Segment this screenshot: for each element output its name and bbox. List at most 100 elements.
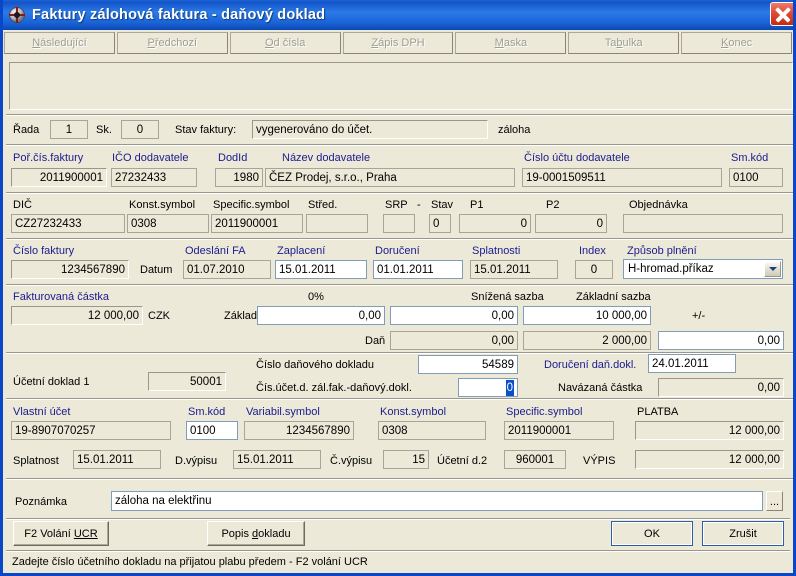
cislo-uctu-dodavatele-field[interactable]: 19-0001509511 (522, 168, 722, 187)
srp-field[interactable] (383, 214, 415, 233)
odeslani-fa-field[interactable]: 01.07.2010 (183, 260, 271, 279)
popis-dokladu-button[interactable]: Popis dokladu (207, 521, 305, 546)
cislo-faktury-field: 1234567890 (11, 260, 129, 279)
ucetni-d2-label: Účetní d.2 (437, 455, 488, 467)
d-vypisu-field[interactable]: 15.01.2011 (233, 450, 321, 469)
cis-ucet-zal-field[interactable]: 0 (458, 378, 518, 397)
sm-kod-vlastni-field[interactable]: 0100 (186, 421, 238, 440)
variabil-symbol-label: Variabil.symbol (246, 406, 320, 418)
splatnosti-field[interactable]: 15.01.2011 (470, 260, 558, 279)
toolbar-button-nasledujici[interactable]: Následující (4, 32, 115, 54)
srp-dash-label: - (417, 199, 421, 211)
objednavka-label: Objednávka (629, 199, 688, 211)
konst-symbol-payment-field[interactable]: 0308 (378, 421, 486, 440)
dodid-label: DodId (218, 152, 248, 164)
d-vypisu-label: D.výpisu (175, 455, 218, 467)
rada-field[interactable]: 1 (50, 120, 88, 139)
vypis-label: VÝPIS (583, 455, 616, 467)
popis-label-pre: Popis (221, 527, 253, 540)
plusminus-field[interactable]: 0,00 (658, 331, 784, 350)
separator-9 (6, 518, 790, 520)
zaplaceni-field[interactable]: 15.01.2011 (275, 260, 367, 279)
dan-snizena-field[interactable]: 0,00 (390, 331, 518, 350)
toolbar-button-od-cisla[interactable]: Od čísla (229, 32, 341, 54)
doruceni-dan-dokl-field[interactable]: 24.01.2011 (648, 354, 736, 373)
zaklad-zakladni-field[interactable]: 10 000,00 (523, 306, 651, 325)
toolbar-button-predchozi[interactable]: Předchozí (116, 32, 228, 54)
dic-field[interactable]: CZ27232433 (11, 214, 125, 233)
popis-label-post: okladu (258, 527, 291, 540)
separator-1 (6, 114, 793, 116)
p2-field[interactable]: 0 (535, 214, 607, 233)
p1-label: P1 (470, 199, 484, 211)
konst-symbol-field[interactable]: 0308 (127, 214, 209, 233)
specific-symbol-label: Specific.symbol (213, 199, 290, 211)
p1-field[interactable]: 0 (459, 214, 531, 233)
navazana-castka-field: 0,00 (658, 378, 784, 397)
titlebar: Faktury zálohová faktura - daňový doklad (3, 0, 793, 30)
konst-symbol-payment-label: Konst.symbol (380, 406, 447, 418)
cislo-uctu-dodavatele-label: Číslo účtu dodavatele (524, 152, 630, 164)
poznamka-field[interactable]: záloha na elektřinu (111, 491, 763, 511)
nazev-dodavatele-label: Název dodavatele (282, 152, 371, 164)
splatnosti-label: Splatnosti (472, 245, 521, 257)
chevron-down-icon[interactable] (764, 261, 781, 277)
ucetni-d2-field[interactable]: 960001 (504, 450, 566, 469)
stav-label: Stav (431, 199, 454, 211)
stav-field[interactable]: 0 (429, 214, 451, 233)
p2-label: P2 (546, 199, 560, 211)
splatnost-label: Splatnost (13, 455, 59, 467)
sk-label: Sk. (96, 124, 112, 136)
specific-symbol-payment-label: Specific.symbol (506, 406, 583, 418)
splatnost-field[interactable]: 15.01.2011 (73, 450, 161, 469)
konst-symbol-label: Konst.symbol (129, 199, 196, 211)
sk-field[interactable]: 0 (121, 120, 159, 139)
cancel-button[interactable]: Zrušit (702, 521, 784, 546)
separator-3 (6, 192, 793, 194)
separator-10 (6, 550, 790, 552)
poznamka-browse-button[interactable]: ... (766, 491, 783, 511)
rada-label: Řada (13, 124, 40, 136)
currency-label: CZK (148, 310, 170, 322)
dan-label: Daň (365, 335, 386, 347)
variabil-symbol-field[interactable]: 1234567890 (244, 421, 354, 440)
stred-field[interactable] (306, 214, 368, 233)
separator-4 (6, 238, 793, 240)
toolbar-button-zapis-dph[interactable]: Zápis DPH (342, 32, 454, 54)
dic-label: DIČ (13, 199, 32, 211)
dan-zakladni-field[interactable]: 2 000,00 (523, 331, 651, 350)
dodid-field[interactable]: 1980 (215, 168, 263, 187)
f2-volani-ucr-button[interactable]: F2 Volání UCR (13, 521, 109, 546)
close-icon[interactable] (770, 2, 793, 26)
toolbar-button-konec[interactable]: Konec (681, 32, 793, 54)
zaklad-rate0-field[interactable]: 0,00 (257, 306, 385, 325)
fakturovana-castka-label: Fakturovaná částka (13, 291, 109, 303)
zakladni-sazba-label: Základní sazba (576, 291, 651, 303)
index-field[interactable]: 0 (575, 260, 613, 279)
nazev-dodavatele-field[interactable]: ČEZ Prodej, s.r.o., Praha (265, 168, 515, 187)
rate0-label: 0% (308, 291, 324, 303)
vlastni-ucet-field[interactable]: 19-8907070257 (11, 421, 171, 440)
toolbar-button-maska[interactable]: Maska (455, 32, 567, 54)
c-vypisu-field[interactable]: 15 (383, 450, 429, 469)
doruceni-field[interactable]: 01.01.2011 (373, 260, 463, 279)
ico-dodavatele-field[interactable]: 27232433 (111, 168, 197, 187)
toolbar-button-tabulka[interactable]: Tabulka (568, 32, 680, 54)
invoice-dialog-window: Faktury zálohová faktura - daňový doklad… (0, 0, 796, 576)
f2-label-accel: UCR (73, 527, 98, 540)
sm-kod-vlastni-label: Sm.kód (188, 406, 226, 418)
zpusob-plneni-combo[interactable]: H-hromad.příkaz (623, 259, 783, 279)
specific-symbol-field[interactable]: 2011900001 (211, 214, 303, 233)
objednavka-field[interactable] (623, 214, 783, 233)
stred-label: Střed. (308, 199, 338, 211)
separator-2 (6, 144, 793, 146)
app-wheel-icon (8, 6, 26, 24)
cislo-dan-dokladu-field[interactable]: 54589 (418, 355, 518, 374)
sm-kod-dodavatele-field[interactable]: 0100 (729, 168, 783, 187)
index-label: Index (579, 245, 606, 257)
ok-button[interactable]: OK (611, 521, 693, 546)
ico-dodavatele-label: IČO dodavatele (112, 152, 189, 164)
specific-symbol-payment-field[interactable]: 2011900001 (504, 421, 614, 440)
ucetni-doklad-field: 50001 (148, 372, 226, 391)
zaklad-snizena-field[interactable]: 0,00 (390, 306, 518, 325)
